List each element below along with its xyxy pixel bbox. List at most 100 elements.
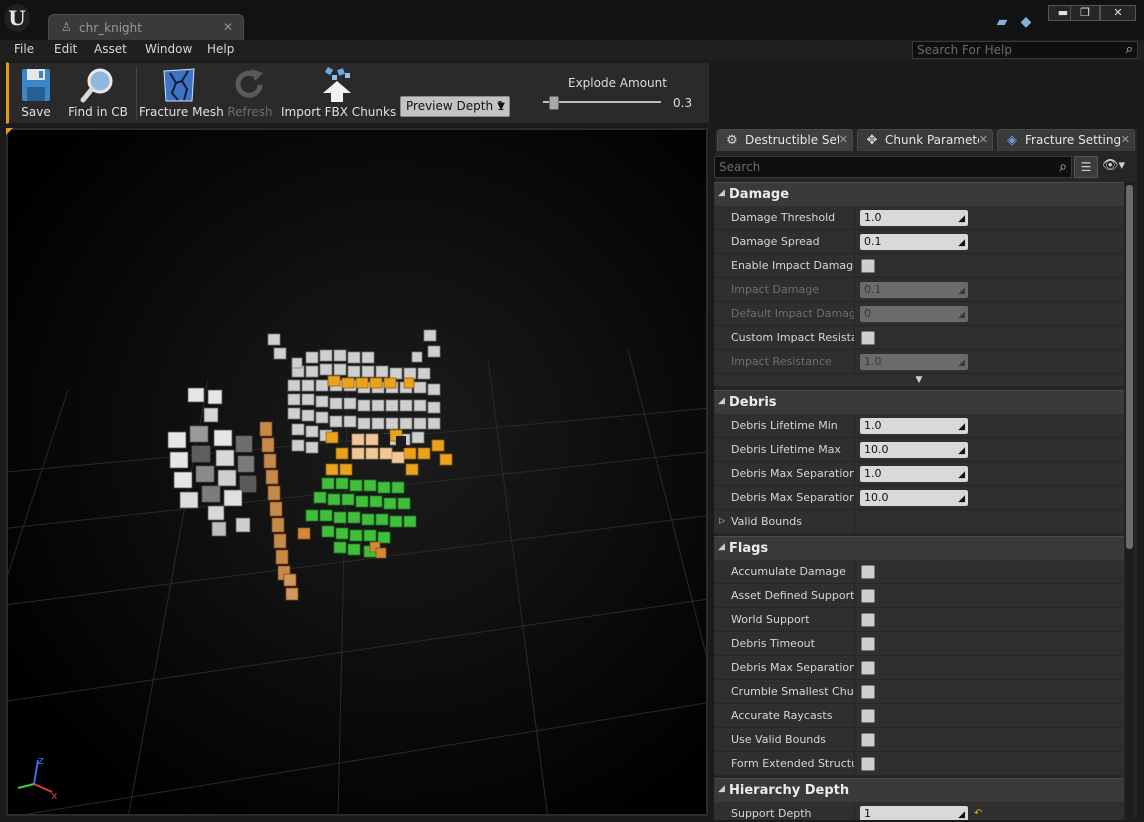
asset-defined-support-checkbox[interactable]: [861, 589, 875, 603]
save-icon: [22, 69, 50, 101]
support-depth-field[interactable]: 1 ◢: [860, 806, 968, 820]
tab-chunk-parameters[interactable]: ✥ Chunk Paramete ✕: [857, 129, 993, 151]
field-value: 1.0: [864, 355, 882, 368]
view-options-button[interactable]: 👁▾: [1102, 158, 1136, 176]
viewport[interactable]: [6, 128, 708, 816]
drag-resize-icon: ◢: [958, 810, 965, 820]
document-tab-label: chr_knight: [79, 21, 142, 35]
damage-spread-field[interactable]: 0.1 ◢: [860, 234, 968, 250]
expand-arrow-icon[interactable]: ▷: [719, 516, 725, 525]
close-tab-icon[interactable]: ✕: [839, 133, 848, 146]
category-hierarchy-depth[interactable]: ◢ Hierarchy Depth: [714, 778, 1124, 802]
menu-file[interactable]: File: [14, 42, 34, 56]
use-valid-bounds-checkbox[interactable]: [861, 733, 875, 747]
property-row: Form Extended Structures: [714, 752, 1124, 776]
world-support-checkbox[interactable]: [861, 613, 875, 627]
property-label: Support Depth: [731, 807, 812, 820]
property-row: Enable Impact Damage: [714, 254, 1124, 278]
viewport-options-corner[interactable]: [6, 128, 13, 135]
category-damage-label: Damage: [729, 187, 790, 202]
list-view-button[interactable]: ☰: [1074, 156, 1098, 178]
svg-text:x: x: [51, 789, 58, 802]
custom-impact-resistance-checkbox[interactable]: [861, 331, 875, 345]
property-row: Debris Max Separation M 10.0 ◢: [714, 486, 1124, 510]
category-flags[interactable]: ◢ Flags: [714, 536, 1124, 560]
close-tab-icon[interactable]: ✕: [1121, 133, 1130, 146]
reset-to-default-icon[interactable]: ↶: [974, 808, 982, 819]
damage-threshold-field[interactable]: 1.0 ◢: [860, 210, 968, 226]
close-window-button[interactable]: ✕: [1100, 5, 1136, 21]
menu-help[interactable]: Help: [207, 42, 234, 56]
debris-max-separation-max-field[interactable]: 10.0 ◢: [860, 490, 968, 506]
valid-bounds-row[interactable]: ▷ Valid Bounds: [714, 510, 1124, 534]
debris-max-separation-min-field[interactable]: 1.0 ◢: [860, 466, 968, 482]
drag-resize-icon: ◢: [958, 470, 965, 480]
help-search-placeholder: Search For Help: [917, 43, 1012, 57]
preview-depth-dropdown[interactable]: Preview Depth 1 ▼: [400, 96, 510, 117]
category-hierarchy-depth-label: Hierarchy Depth: [729, 783, 850, 798]
property-row: Crumble Smallest Chunks: [714, 680, 1124, 704]
details-scrollbar[interactable]: [1125, 182, 1134, 820]
maximize-button[interactable]: ❐: [1070, 5, 1100, 21]
document-tab[interactable]: ♙ chr_knight ✕: [48, 14, 244, 40]
help-search-input[interactable]: Search For Help ⌕: [912, 41, 1138, 59]
field-value: 0.1: [864, 235, 882, 248]
category-debris[interactable]: ◢ Debris: [714, 390, 1124, 414]
import-icon: [323, 67, 351, 102]
accurate-raycasts-checkbox[interactable]: [861, 709, 875, 723]
save-label: Save: [21, 105, 51, 119]
debris-lifetime-min-field[interactable]: 1.0 ◢: [860, 418, 968, 434]
field-value: 1.0: [864, 419, 882, 432]
import-fbx-chunks-label: Import FBX Chunks: [281, 105, 397, 119]
share-icon[interactable]: ◆: [1018, 14, 1034, 30]
form-extended-structures-checkbox[interactable]: [861, 757, 875, 771]
menu-edit[interactable]: Edit: [54, 42, 77, 56]
chevron-down-icon: ▼: [497, 101, 505, 112]
details-search-input[interactable]: Search ⌕: [714, 156, 1072, 178]
close-tab-icon[interactable]: ✕: [979, 133, 988, 146]
fracture-icon: ◈: [1007, 133, 1017, 148]
property-label: Damage Spread: [731, 235, 820, 248]
close-tab-icon[interactable]: ✕: [223, 20, 233, 34]
menu-asset[interactable]: Asset: [94, 42, 127, 56]
drag-resize-icon: ◢: [958, 286, 965, 296]
debris-lifetime-max-field[interactable]: 10.0 ◢: [860, 442, 968, 458]
field-value: 1.0: [864, 467, 882, 480]
enable-impact-damage-checkbox[interactable]: [861, 259, 875, 273]
debris-max-separation-checkbox[interactable]: [861, 661, 875, 675]
property-row: Custom Impact Resistanc: [714, 326, 1124, 350]
show-advanced-button[interactable]: ▼: [714, 374, 1124, 386]
import-fbx-chunks-button[interactable]: Import FBX Chunks: [281, 65, 397, 123]
explode-amount-slider[interactable]: [543, 101, 661, 103]
drag-resize-icon: ◢: [958, 494, 965, 504]
property-row: Accurate Raycasts: [714, 704, 1124, 728]
default-impact-damage-field: 0 ◢: [860, 306, 968, 322]
crumble-smallest-chunks-checkbox[interactable]: [861, 685, 875, 699]
category-damage[interactable]: ◢ Damage: [714, 182, 1124, 206]
feedback-icon[interactable]: ▰: [994, 14, 1010, 30]
debris-timeout-checkbox[interactable]: [861, 637, 875, 651]
drag-resize-icon: ◢: [958, 446, 965, 456]
tab-fracture-settings[interactable]: ◈ Fracture Settings ✕: [997, 129, 1135, 151]
accumulate-damage-checkbox[interactable]: [861, 565, 875, 579]
toolbar: Save Find in CB Fracture Mesh Refresh Im…: [6, 62, 710, 124]
find-in-cb-button[interactable]: Find in CB: [65, 65, 131, 123]
search-icon[interactable]: ⌕: [1059, 159, 1067, 175]
save-button[interactable]: Save: [13, 65, 59, 123]
property-row: Use Valid Bounds: [714, 728, 1124, 752]
refresh-button[interactable]: Refresh: [225, 65, 275, 123]
property-row: Asset Defined Support: [714, 584, 1124, 608]
viewport-scene[interactable]: [8, 130, 708, 816]
menu-window[interactable]: Window: [145, 42, 192, 56]
unreal-logo-icon[interactable]: U: [4, 4, 30, 32]
scrollbar-thumb[interactable]: [1126, 185, 1133, 549]
drag-resize-icon: ◢: [958, 214, 965, 224]
explode-amount-slider-handle[interactable]: [549, 96, 559, 110]
preview-depth-value: Preview Depth 1: [406, 99, 505, 113]
fracture-mesh-button[interactable]: Fracture Mesh: [139, 65, 224, 123]
search-icon[interactable]: ⌕: [1126, 42, 1133, 57]
tab-destructible-settings[interactable]: ⚙ Destructible Setti ✕: [717, 129, 853, 151]
property-row: Impact Damage 0.1 ◢: [714, 278, 1124, 302]
property-label: Enable Impact Damage: [731, 259, 854, 272]
property-row: Debris Max Separation: [714, 656, 1124, 680]
